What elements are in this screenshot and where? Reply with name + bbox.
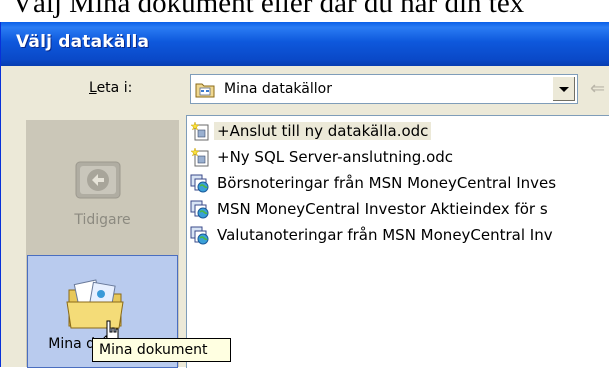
dialog-title: Välj datakälla bbox=[16, 32, 150, 52]
file-name: Börsnoteringar från MSN MoneyCentral Inv… bbox=[217, 174, 557, 192]
new-connection-icon bbox=[190, 121, 209, 141]
back-arrow-icon[interactable]: ⇐ bbox=[590, 78, 608, 100]
title-bar[interactable]: Välj datakälla bbox=[1, 22, 609, 66]
data-sources-folder-icon bbox=[195, 83, 215, 98]
dropdown-arrow-button[interactable] bbox=[552, 77, 575, 101]
select-data-source-dialog: Välj datakälla Leta i: Mina datakällor ⇐… bbox=[0, 22, 609, 368]
new-connection-icon bbox=[190, 147, 209, 167]
web-query-icon bbox=[190, 226, 209, 245]
file-name: Valutanoteringar från MSN MoneyCentral I… bbox=[217, 226, 553, 244]
places-item-recent-label: Tidigare bbox=[74, 212, 131, 228]
look-in-label: Leta i: bbox=[89, 80, 133, 96]
history-icon bbox=[75, 161, 121, 199]
file-list: +Anslut till ny datakälla.odc +Ny SQL Se… bbox=[186, 115, 609, 368]
web-query-icon bbox=[190, 174, 209, 193]
file-name: +Ny SQL Server-anslutning.odc bbox=[217, 148, 454, 166]
look-in-value: Mina datakällor bbox=[224, 81, 332, 97]
file-name: +Anslut till ny datakälla.odc bbox=[214, 122, 432, 140]
look-in-dropdown[interactable]: Mina datakällor bbox=[190, 74, 578, 104]
places-item-recent[interactable]: Tidigare bbox=[26, 120, 179, 250]
document-background-text: Välj Mina dokument eller där du har din … bbox=[0, 0, 609, 20]
file-name: MSN MoneyCentral Investor Aktieindex för… bbox=[217, 200, 548, 218]
web-query-icon bbox=[190, 200, 209, 219]
tooltip: Mina dokument bbox=[92, 338, 231, 362]
